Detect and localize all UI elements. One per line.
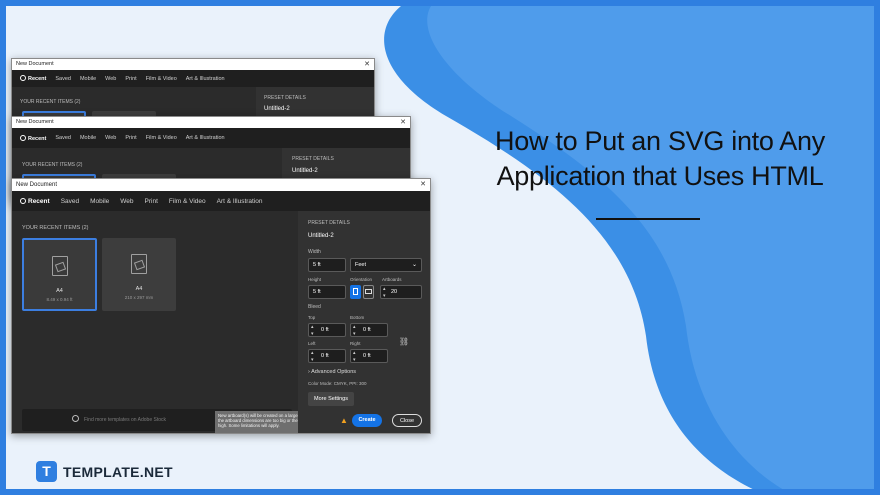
create-button[interactable]: Create [352, 414, 382, 427]
tab-recent[interactable]: Recent [20, 134, 46, 142]
tab-saved[interactable]: Saved [55, 135, 71, 141]
height-input[interactable]: 5 ft [308, 285, 346, 299]
close-icon[interactable]: ✕ [364, 59, 370, 70]
bottom-label: Bottom [350, 315, 365, 320]
tab-bar: Recent Saved Mobile Web Print Film & Vid… [12, 128, 410, 148]
bleed-bottom-input[interactable]: ▴ ▾ 0 ft [350, 323, 388, 337]
tab-film-video[interactable]: Film & Video [169, 198, 206, 205]
more-settings-button[interactable]: More Settings [308, 392, 354, 406]
brand-logo[interactable]: T TEMPLATE.NET [36, 461, 173, 482]
close-button[interactable]: Close [392, 414, 422, 427]
artboards-input[interactable]: ▴ ▾ 20 [380, 285, 422, 299]
tab-saved[interactable]: Saved [55, 76, 71, 82]
bleed-label: Bleed [308, 304, 321, 310]
tab-art-illustration[interactable]: Art & Illustration [217, 198, 263, 205]
stepper-icon[interactable]: ▴ ▾ [311, 324, 314, 337]
preset-details-label: PRESET DETAILS [264, 95, 306, 101]
chevron-down-icon: ⌄ [411, 262, 417, 268]
clock-icon [20, 75, 26, 81]
search-icon [72, 415, 79, 422]
tab-mobile[interactable]: Mobile [80, 135, 96, 141]
recent-item-size: 8.49 x 0.94 ft [46, 297, 73, 302]
stepper-icon[interactable]: ▴ ▾ [311, 350, 314, 363]
tab-art-illustration[interactable]: Art & Illustration [186, 135, 225, 141]
tab-print[interactable]: Print [125, 76, 136, 82]
document-icon [131, 254, 147, 274]
color-mode-text: Color Mode: CMYK, PPI: 300 [308, 381, 367, 386]
orientation-label: Orientation [350, 277, 373, 282]
tab-print[interactable]: Print [145, 198, 158, 205]
preset-name[interactable]: Untitled-2 [308, 233, 334, 239]
recent-item-card[interactable]: A4 210 x 297 mm [102, 238, 176, 311]
stepper-icon[interactable]: ▴ ▾ [353, 350, 356, 363]
top-label: Top [308, 315, 316, 320]
title-line-2: Application that Uses HTML [496, 161, 824, 191]
window-titlebar: New Document ✕ [12, 179, 430, 191]
page-title: How to Put an SVG into Any Application t… [464, 124, 856, 194]
warning-icon: ▲ [340, 416, 348, 425]
recent-items-label: YOUR RECENT ITEMS (2) [22, 162, 83, 168]
title-underline [596, 218, 700, 220]
recent-item-name: A4 [135, 286, 143, 292]
tab-web[interactable]: Web [105, 76, 116, 82]
advanced-options-toggle[interactable]: › Advanced Options [308, 369, 356, 375]
preset-details-panel: PRESET DETAILS Untitled-2 Width 5 ft Fee… [298, 211, 430, 433]
tab-film-video[interactable]: Film & Video [146, 135, 177, 141]
tab-recent[interactable]: Recent [20, 197, 50, 205]
chevron-right-icon: › [308, 369, 310, 375]
stepper-icon[interactable]: ▴ ▾ [353, 324, 356, 337]
tab-bar: Recent Saved Mobile Web Print Film & Vid… [12, 191, 430, 211]
bleed-left-input[interactable]: ▴ ▾ 0 ft [308, 349, 346, 363]
tab-mobile[interactable]: Mobile [90, 198, 109, 205]
artboards-label: Artboards [382, 277, 402, 282]
link-icon[interactable]: ⛓ [398, 336, 410, 348]
window-titlebar: New Document ✕ [12, 59, 374, 70]
right-label: Right [350, 341, 361, 346]
preset-details-label: PRESET DETAILS [292, 156, 334, 162]
tab-film-video[interactable]: Film & Video [146, 76, 177, 82]
tab-mobile[interactable]: Mobile [80, 76, 96, 82]
preset-name[interactable]: Untitled-2 [292, 168, 318, 174]
window-title: New Document [16, 119, 54, 125]
unit-select[interactable]: Feet ⌄ [350, 258, 422, 272]
bleed-right-input[interactable]: ▴ ▾ 0 ft [350, 349, 388, 363]
height-label: Height [308, 277, 322, 282]
left-label: Left [308, 341, 316, 346]
tab-saved[interactable]: Saved [61, 198, 79, 205]
preset-details-label: PRESET DETAILS [308, 220, 350, 226]
recent-item-size: 210 x 297 mm [124, 295, 154, 300]
tab-recent[interactable]: Recent [20, 75, 46, 82]
recent-items-label: YOUR RECENT ITEMS (2) [22, 225, 89, 231]
recent-item-name: A4 [56, 288, 63, 294]
template-logo-icon: T [36, 461, 57, 482]
brand-name: TEMPLATE.NET [63, 463, 173, 480]
clock-icon [20, 134, 26, 141]
new-document-window-front: New Document ✕ Recent Saved Mobile Web P… [11, 178, 431, 434]
preset-name[interactable]: Untitled-2 [264, 106, 290, 112]
page-frame: New Document ✕ Recent Saved Mobile Web P… [0, 0, 880, 495]
tab-bar: Recent Saved Mobile Web Print Film & Vid… [12, 70, 374, 87]
recent-item-card[interactable]: A4 8.49 x 0.94 ft [22, 238, 97, 311]
window-title: New Document [16, 182, 58, 188]
bleed-top-input[interactable]: ▴ ▾ 0 ft [308, 323, 346, 337]
search-input[interactable]: Find more templates on Adobe Stock [84, 409, 166, 431]
landscape-orientation-icon[interactable] [363, 285, 374, 299]
width-label: Width [308, 249, 321, 255]
stepper-icon[interactable]: ▴ ▾ [383, 286, 386, 299]
document-icon [51, 256, 68, 276]
close-icon[interactable]: ✕ [400, 117, 406, 128]
width-input[interactable]: 5 ft [308, 258, 346, 272]
close-icon[interactable]: ✕ [420, 179, 426, 191]
window-titlebar: New Document ✕ [12, 117, 410, 128]
recent-items-label: YOUR RECENT ITEMS (2) [20, 99, 81, 105]
tab-print[interactable]: Print [125, 135, 136, 141]
portrait-orientation-icon[interactable] [350, 285, 361, 299]
tab-web[interactable]: Web [120, 198, 133, 205]
window-title: New Document [16, 61, 54, 67]
tab-art-illustration[interactable]: Art & Illustration [186, 76, 225, 82]
clock-icon [20, 197, 26, 204]
title-line-1: How to Put an SVG into Any [495, 126, 825, 156]
tab-web[interactable]: Web [105, 135, 116, 141]
